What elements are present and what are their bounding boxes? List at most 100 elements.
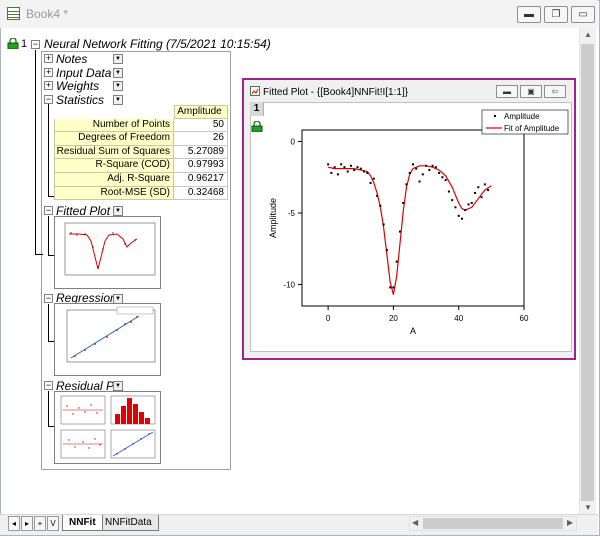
legend-label-data: Amplitude — [504, 112, 540, 121]
input-data-dropdown-icon[interactable]: ▼ — [113, 68, 123, 78]
weights-dropdown-icon[interactable]: ▼ — [113, 81, 123, 91]
data-point — [330, 171, 333, 174]
fp-minimize-button[interactable]: ▬ — [496, 85, 518, 98]
expand-notes-icon[interactable]: + — [44, 54, 53, 63]
data-point — [477, 186, 480, 189]
x-tick-label: 0 — [326, 314, 331, 323]
minimize-button[interactable]: ▬ — [517, 6, 541, 23]
collapse-root-icon[interactable]: − — [31, 40, 40, 49]
add-sheet-button[interactable]: + — [34, 516, 46, 531]
data-point — [353, 169, 356, 172]
data-point — [385, 249, 388, 252]
residual-thumbnail[interactable] — [54, 391, 161, 464]
data-point — [425, 164, 428, 167]
scroll-right-icon[interactable]: ▶ — [567, 519, 573, 527]
fp-maximize-button[interactable]: ▣ — [520, 85, 542, 98]
data-point — [408, 171, 411, 174]
row-name: Residual Sum of Squares — [54, 145, 174, 160]
data-point — [346, 170, 349, 173]
collapse-fitted-plot-icon[interactable]: − — [44, 206, 53, 215]
column-header: Amplitude — [174, 105, 228, 119]
data-point — [405, 183, 408, 186]
y-tick-label: -10 — [283, 281, 295, 290]
data-point — [444, 179, 447, 182]
row-value[interactable]: 26 — [174, 132, 228, 146]
collapse-regression-icon[interactable]: − — [44, 294, 53, 303]
data-point — [415, 167, 418, 170]
table-row: Residual Sum of Squares 5.27089 — [54, 145, 228, 160]
expand-weights-icon[interactable]: + — [44, 81, 53, 90]
row-name: Root-MSE (SD) — [54, 186, 174, 201]
data-point — [395, 260, 398, 263]
table-row: Root-MSE (SD) 0.32468 — [54, 186, 228, 201]
minimize-icon: ▬ — [524, 8, 534, 20]
fp-restore-button[interactable]: ⇦ — [544, 85, 566, 98]
chart-legend: Amplitude Fit of Amplitude — [481, 109, 569, 135]
minimize-icon: ▬ — [503, 87, 511, 96]
x-tick-label: 60 — [520, 314, 529, 323]
data-point — [428, 169, 431, 172]
residual-dropdown-icon[interactable]: ▼ — [113, 381, 123, 391]
row-name: Number of Points — [54, 118, 174, 133]
fitted-plot-chart: 0 20 40 60 0 -5 -10 A Amplitude Amplitude Fit of … — [268, 109, 569, 336]
expand-input-data-icon[interactable]: + — [44, 68, 53, 77]
window-titlebar[interactable] — [0, 0, 598, 28]
fitted-plot-dropdown-icon[interactable]: ▼ — [113, 206, 123, 216]
chart-axes: 0 20 40 60 0 -5 -10 A Amplitude — [268, 129, 529, 336]
sheet-tab-nnfit[interactable]: NNFit — [62, 515, 103, 531]
collapse-residual-icon[interactable]: − — [44, 381, 53, 390]
scroll-down-icon[interactable]: ▼ — [584, 504, 592, 512]
data-point — [340, 163, 343, 166]
x-tick-label: 40 — [454, 314, 463, 323]
vertical-scroll-thumb[interactable] — [581, 44, 594, 501]
tree-branch-line — [35, 50, 36, 255]
fit-line — [327, 165, 492, 295]
data-point — [376, 194, 379, 197]
y-axis-label: Amplitude — [268, 198, 278, 238]
scroll-left-icon[interactable]: ◀ — [412, 519, 418, 527]
data-point — [431, 164, 434, 167]
table-row: Number of Points 50 — [54, 118, 228, 133]
sheet-list-button[interactable]: V — [47, 516, 59, 531]
scroll-up-icon[interactable]: ▲ — [584, 31, 592, 39]
fitted-plot-title: Fitted Plot - {[Book4]NNFit!I[1:1]} — [263, 87, 409, 98]
statistics-dropdown-icon[interactable]: ▼ — [113, 95, 123, 105]
y-tick-label: -5 — [288, 209, 296, 218]
sheet-nav-prev-icon[interactable]: ◂ — [8, 516, 20, 531]
restore-icon: ⇦ — [551, 87, 559, 96]
maximize-icon: ▣ — [527, 87, 535, 96]
data-point — [327, 163, 330, 166]
horizontal-scroll-thumb[interactable] — [423, 518, 563, 529]
lock-icon — [7, 37, 19, 50]
fitted-plot-thumbnail-graphic — [64, 222, 156, 276]
collapse-statistics-icon[interactable]: − — [44, 95, 53, 104]
data-point — [336, 173, 339, 176]
data-point — [451, 199, 454, 202]
row-value[interactable]: 0.97993 — [174, 159, 228, 173]
plot-frame — [301, 129, 525, 307]
regression-thumbnail[interactable] — [54, 303, 161, 376]
tree-branch-line — [48, 104, 49, 197]
tree-node-notes[interactable]: Notes — [56, 52, 87, 66]
fitted-plot-thumbnail[interactable] — [54, 216, 161, 289]
row-value[interactable]: 0.32468 — [174, 186, 228, 201]
tree-node-input-data[interactable]: Input Data — [56, 66, 111, 80]
close-button[interactable]: ▭ — [571, 6, 595, 23]
data-point — [392, 286, 395, 289]
tree-node-weights[interactable]: Weights — [56, 79, 99, 93]
sheet-nav-next-icon[interactable]: ▸ — [21, 516, 33, 531]
statistics-table: Amplitude Number of Points 50 Degrees of … — [54, 105, 228, 201]
sheet-tab-nnfitdata[interactable]: NNFitData — [98, 515, 159, 531]
data-point — [389, 286, 392, 289]
row-value[interactable]: 50 — [174, 118, 228, 133]
row-name: Degrees of Freedom — [54, 132, 174, 146]
restore-button[interactable]: ❐ — [544, 6, 568, 23]
report-index: 1 — [21, 38, 28, 50]
data-point — [438, 171, 441, 174]
data-point — [457, 214, 460, 217]
regression-thumbnail-graphic — [66, 306, 156, 363]
notes-dropdown-icon[interactable]: ▼ — [113, 54, 123, 64]
window-title: Book4 * — [26, 7, 69, 21]
row-value[interactable]: 0.96217 — [174, 172, 228, 187]
row-value[interactable]: 5.27089 — [174, 145, 228, 160]
